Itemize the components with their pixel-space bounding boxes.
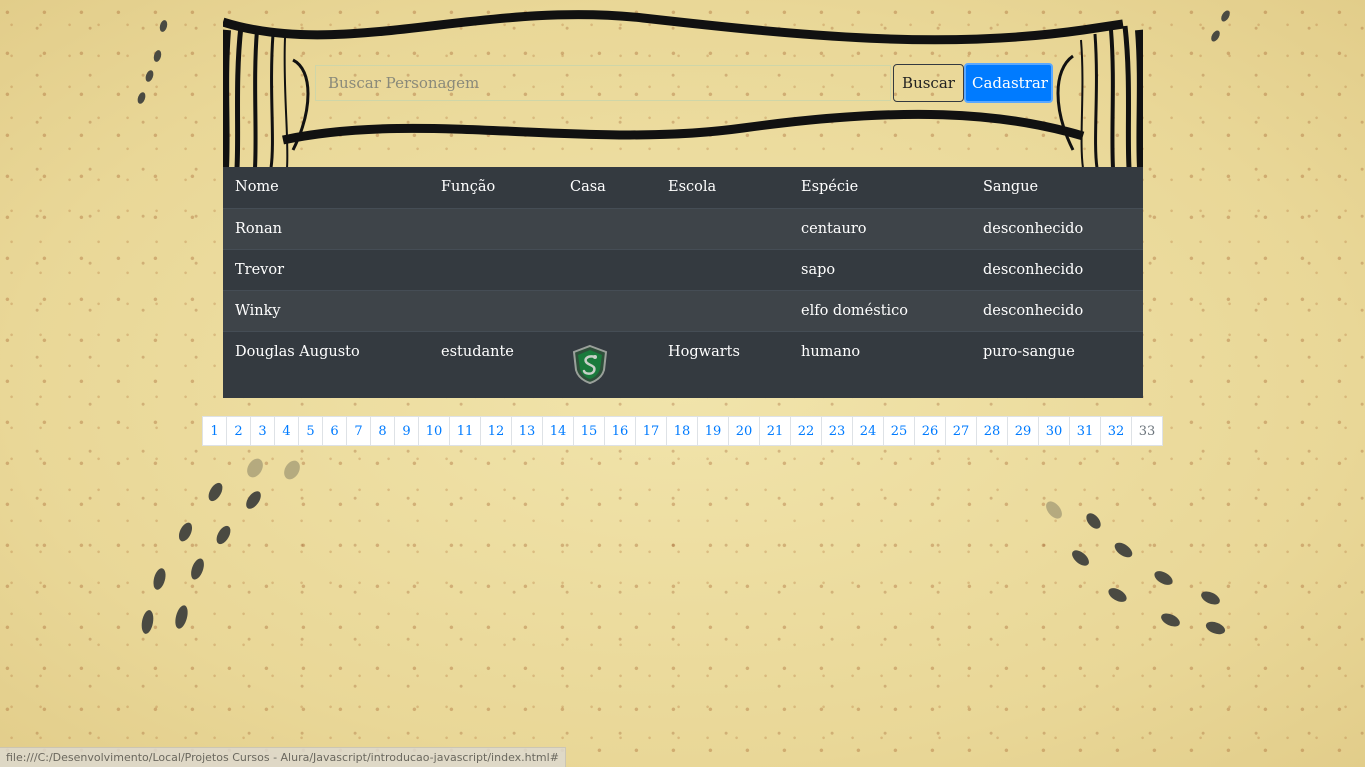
- page-link[interactable]: 33: [1131, 416, 1163, 446]
- cell-escola: [656, 290, 789, 332]
- page-link[interactable]: 22: [790, 416, 822, 446]
- search-button[interactable]: Buscar: [893, 63, 964, 102]
- search-input[interactable]: [315, 64, 891, 101]
- page-link[interactable]: 8: [370, 416, 395, 446]
- cell-especie: centauro: [789, 208, 971, 250]
- page-link[interactable]: 1: [202, 416, 227, 446]
- cell-funcao: [429, 208, 558, 250]
- header-especie: Espécie: [801, 179, 859, 195]
- cell-funcao: estudante: [429, 331, 558, 398]
- cell-sangue: puro-sangue: [971, 331, 1143, 398]
- page-link[interactable]: 9: [394, 416, 419, 446]
- page-link[interactable]: 21: [759, 416, 791, 446]
- page-link[interactable]: 12: [480, 416, 512, 446]
- cell-casa: [558, 290, 656, 332]
- page-link[interactable]: 15: [573, 416, 605, 446]
- cell-especie: humano: [789, 331, 971, 398]
- page-link[interactable]: 19: [697, 416, 729, 446]
- page-link[interactable]: 24: [852, 416, 884, 446]
- table-header-row: Nome Função Casa Escola Espécie Sangue: [223, 167, 1143, 209]
- cell-escola: Hogwarts: [656, 331, 789, 398]
- cell-nome: Winky: [223, 290, 429, 332]
- header-escola: Escola: [668, 179, 717, 195]
- cell-casa: [558, 249, 656, 291]
- page-link[interactable]: 25: [883, 416, 915, 446]
- cell-sangue: desconhecido: [971, 249, 1143, 291]
- page-link[interactable]: 32: [1100, 416, 1132, 446]
- cell-funcao: [429, 249, 558, 291]
- table-row: Trevor sapo desconhecido: [223, 249, 1143, 291]
- header-sangue: Sangue: [983, 179, 1039, 195]
- characters-table-container: Nome Função Casa Escola Espécie Sangue R…: [223, 167, 1143, 398]
- cell-casa: [558, 208, 656, 250]
- cell-especie: elfo doméstico: [789, 290, 971, 332]
- page-link[interactable]: 28: [976, 416, 1008, 446]
- page-link[interactable]: 14: [542, 416, 574, 446]
- page-link[interactable]: 29: [1007, 416, 1039, 446]
- cell-funcao: [429, 290, 558, 332]
- cell-nome: Douglas Augusto: [223, 331, 429, 398]
- page-link[interactable]: 26: [914, 416, 946, 446]
- page-link[interactable]: 31: [1069, 416, 1101, 446]
- page-link[interactable]: 3: [250, 416, 275, 446]
- search-form: Buscar Cadastrar: [315, 62, 1053, 103]
- pagination: 1 2 3 4 5 6 7 8 9 10 11 12 13 14 15 16 1…: [202, 416, 1163, 446]
- page-link[interactable]: 17: [635, 416, 667, 446]
- page-link[interactable]: 2: [226, 416, 251, 446]
- cell-sangue: desconhecido: [971, 290, 1143, 332]
- header-nome: Nome: [235, 179, 279, 195]
- page-link[interactable]: 27: [945, 416, 977, 446]
- page-link[interactable]: 5: [298, 416, 323, 446]
- page-link[interactable]: 4: [274, 416, 299, 446]
- page-link[interactable]: 23: [821, 416, 853, 446]
- slytherin-crest-icon: [570, 344, 610, 385]
- page-link[interactable]: 6: [322, 416, 347, 446]
- header-funcao: Função: [441, 179, 496, 195]
- characters-table: Nome Função Casa Escola Espécie Sangue R…: [223, 167, 1143, 398]
- cell-escola: [656, 208, 789, 250]
- page-link[interactable]: 7: [346, 416, 371, 446]
- cell-casa: [558, 331, 656, 398]
- cell-escola: [656, 249, 789, 291]
- table-row: Douglas Augusto estudante Hogwarts human…: [223, 331, 1143, 398]
- cell-especie: sapo: [789, 249, 971, 291]
- page-link[interactable]: 13: [511, 416, 543, 446]
- register-button[interactable]: Cadastrar: [964, 62, 1053, 103]
- cell-nome: Ronan: [223, 208, 429, 250]
- header-casa: Casa: [570, 179, 606, 195]
- table-row: Ronan centauro desconhecido: [223, 208, 1143, 250]
- cell-nome: Trevor: [223, 249, 429, 291]
- status-bar-url: file:///C:/Desenvolvimento/Local/Projeto…: [0, 747, 566, 767]
- page-link[interactable]: 20: [728, 416, 760, 446]
- page-link[interactable]: 16: [604, 416, 636, 446]
- page-link[interactable]: 10: [418, 416, 450, 446]
- cell-sangue: desconhecido: [971, 208, 1143, 250]
- page-link[interactable]: 30: [1038, 416, 1070, 446]
- page-link[interactable]: 18: [666, 416, 698, 446]
- page-link[interactable]: 11: [449, 416, 481, 446]
- table-row: Winky elfo doméstico desconhecido: [223, 290, 1143, 332]
